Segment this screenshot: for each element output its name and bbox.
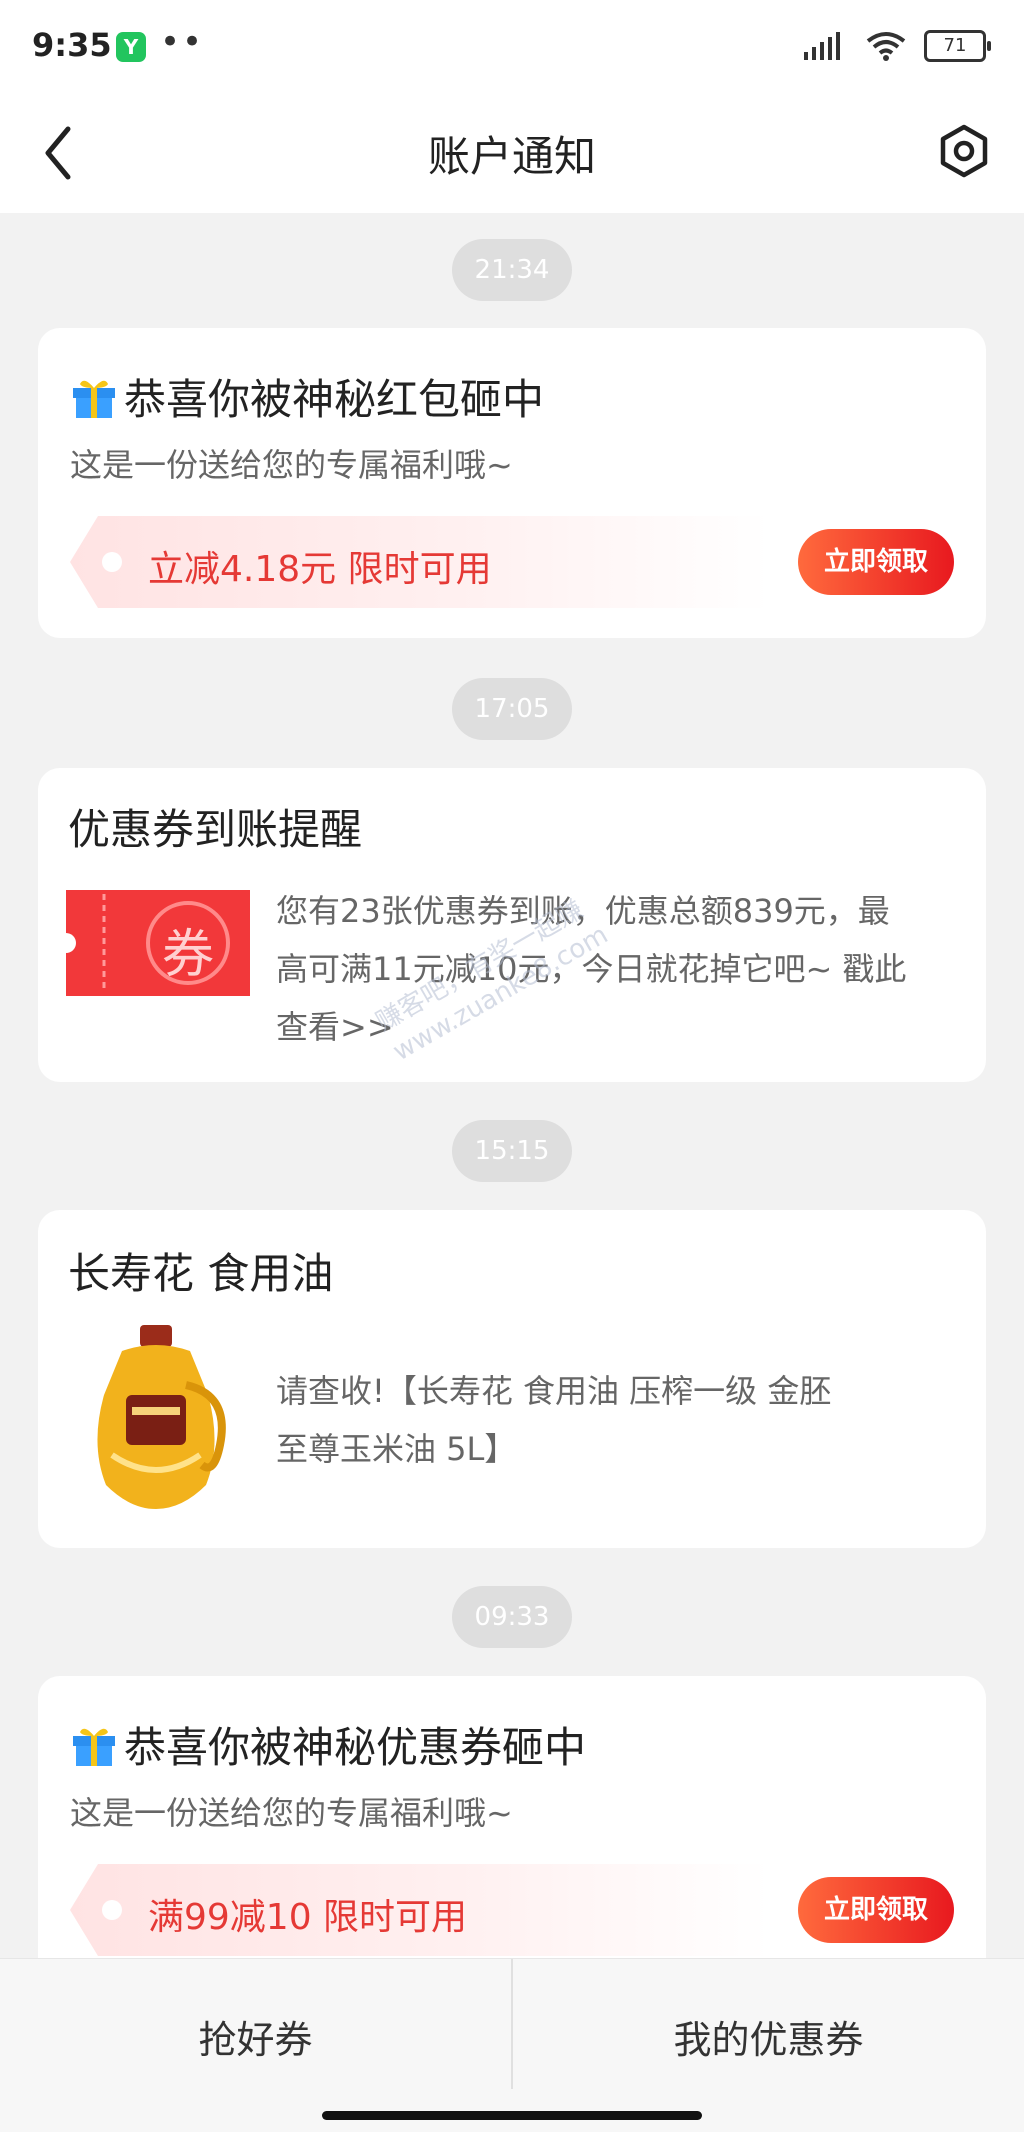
- message-time: 17:05: [452, 678, 572, 740]
- more-notifications-icon: ••: [160, 22, 205, 62]
- signal-icon: [804, 32, 840, 60]
- message-title: 恭喜你被神秘优惠券砸中: [70, 1714, 586, 1775]
- discount-ticket: 满99减10 限时可用: [70, 1864, 770, 1956]
- message-card-product[interactable]: 长寿花 食用油 请查收!【长寿花 食用油 压榨一级 金胚 至尊玉米油 5L】: [38, 1210, 986, 1548]
- nav-bar: 账户通知: [0, 95, 1024, 213]
- tab-grab-coupons[interactable]: 抢好券: [0, 2009, 511, 2064]
- bottom-tab-bar: 抢好券 我的优惠券: [0, 1958, 1024, 2132]
- message-body-line: 请查收!【长寿花 食用油 压榨一级 金胚: [276, 1372, 832, 1410]
- message-time: 21:34: [452, 239, 572, 301]
- claim-button[interactable]: 立即领取: [798, 529, 954, 595]
- message-time: 09:33: [452, 1586, 572, 1648]
- message-title: 恭喜你被神秘红包砸中: [70, 366, 544, 427]
- oil-bottle-image: [97, 1325, 226, 1509]
- ticket-dot: [102, 552, 122, 572]
- message-title-text: 恭喜你被神秘红包砸中: [124, 375, 545, 424]
- home-indicator[interactable]: [322, 2111, 702, 2120]
- message-body-line: 您有23张优惠券到账，优惠总额839元，最: [276, 892, 890, 930]
- message-subtitle: 这是一份送给您的专属福利哦~: [70, 446, 513, 484]
- message-card-red-packet[interactable]: 恭喜你被神秘红包砸中 这是一份送给您的专属福利哦~ 立减4.18元 限时可用 立…: [38, 328, 986, 638]
- page-title: 账户通知: [427, 132, 596, 181]
- message-card-coupon-arrival[interactable]: 优惠券到账提醒 券 您有23张优惠券到账，优惠总额839元，最 高可满11元减1…: [38, 768, 986, 1082]
- discount-ticket: 立减4.18元 限时可用: [70, 516, 770, 608]
- app-notification-icon: Y: [116, 32, 146, 62]
- gift-icon: [73, 380, 115, 418]
- gift-icon: [73, 1728, 115, 1766]
- message-title: 长寿花 食用油: [68, 1249, 334, 1298]
- settings-icon[interactable]: [934, 121, 994, 181]
- ticket-text: 满99减10 限时可用: [148, 1897, 468, 1938]
- message-title: 优惠券到账提醒: [68, 805, 363, 854]
- claim-button[interactable]: 立即领取: [798, 1877, 954, 1943]
- message-subtitle: 这是一份送给您的专属福利哦~: [70, 1794, 513, 1832]
- status-icons: 71: [804, 30, 991, 62]
- battery-icon: 71: [924, 30, 991, 62]
- ticket-text: 立减4.18元 限时可用: [148, 549, 492, 590]
- wifi-icon: [866, 32, 906, 61]
- coupon-ticket-icon: 券: [56, 890, 250, 996]
- message-body: 请查收!【长寿花 食用油 压榨一级 金胚 至尊玉米油 5L】: [276, 1362, 976, 1478]
- message-body-line: 至尊玉米油 5L】: [276, 1430, 517, 1468]
- status-bar: 9:35 Y •• 71: [0, 0, 1024, 95]
- message-time: 15:15: [452, 1120, 572, 1182]
- message-body-line: 高可满11元减10元，今日就花掉它吧~ 戳此: [276, 950, 907, 988]
- status-time: 9:35: [32, 26, 112, 64]
- tab-my-coupons[interactable]: 我的优惠券: [513, 2009, 1024, 2064]
- ticket-dot: [102, 1900, 122, 1920]
- message-title-text: 恭喜你被神秘优惠券砸中: [124, 1723, 587, 1772]
- message-card-coupon-gift[interactable]: 恭喜你被神秘优惠券砸中 这是一份送给您的专属福利哦~ 满99减10 限时可用 立…: [38, 1676, 986, 2006]
- coupon-glyph: 券: [162, 925, 215, 985]
